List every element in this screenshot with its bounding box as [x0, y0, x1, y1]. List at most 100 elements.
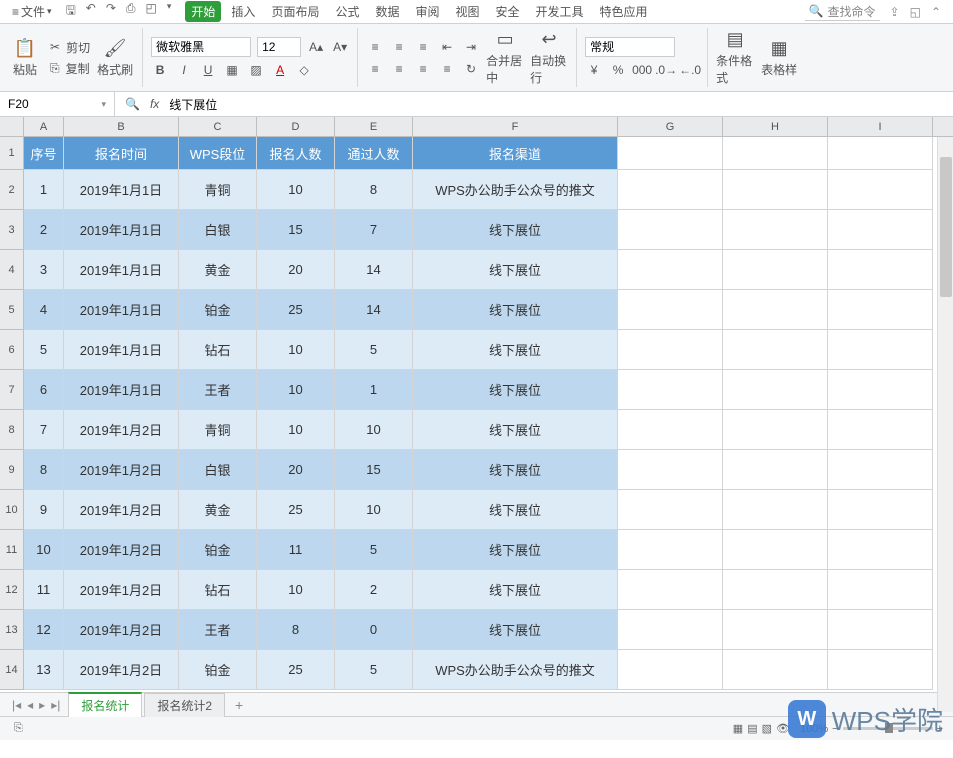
empty-cell[interactable]: [723, 170, 828, 210]
tab-special[interactable]: 特色应用: [594, 1, 654, 22]
cell-rank[interactable]: 青铜: [179, 410, 257, 450]
scrollbar-thumb[interactable]: [940, 157, 952, 297]
next-sheet-icon[interactable]: ▸: [39, 698, 45, 712]
empty-cell[interactable]: [828, 250, 933, 290]
cell-date[interactable]: 2019年1月1日: [64, 330, 179, 370]
cell-channel[interactable]: 线下展位: [413, 450, 618, 490]
tab-start[interactable]: 开始: [185, 1, 221, 22]
col-header-E[interactable]: E: [335, 117, 413, 136]
empty-cell[interactable]: [723, 410, 828, 450]
cell-enroll[interactable]: 10: [257, 330, 335, 370]
cell-channel[interactable]: 线下展位: [413, 570, 618, 610]
empty-cell[interactable]: [828, 290, 933, 330]
empty-cell[interactable]: [618, 610, 723, 650]
cell-pass[interactable]: 14: [335, 250, 413, 290]
cell-pass[interactable]: 1: [335, 370, 413, 410]
empty-cell[interactable]: [723, 370, 828, 410]
page-layout-view-icon[interactable]: ▤: [747, 722, 757, 735]
cell-pass[interactable]: 7: [335, 210, 413, 250]
cell-seq[interactable]: 4: [24, 290, 64, 330]
cell-date[interactable]: 2019年1月1日: [64, 370, 179, 410]
normal-view-icon[interactable]: ▦: [733, 722, 743, 735]
row-header[interactable]: 13: [0, 610, 24, 650]
preview-icon[interactable]: ◰: [146, 1, 157, 22]
empty-cell[interactable]: [828, 610, 933, 650]
col-header-B[interactable]: B: [64, 117, 179, 136]
align-middle-icon[interactable]: ≡: [390, 38, 408, 56]
cell-rank[interactable]: 白银: [179, 210, 257, 250]
empty-cell[interactable]: [723, 330, 828, 370]
status-left-icon[interactable]: ⎘: [14, 722, 23, 735]
bold-icon[interactable]: B: [151, 61, 169, 79]
cell-date[interactable]: 2019年1月1日: [64, 210, 179, 250]
table-header[interactable]: 报名渠道: [413, 137, 618, 170]
cell-rank[interactable]: 王者: [179, 610, 257, 650]
empty-cell[interactable]: [723, 490, 828, 530]
highlight-icon[interactable]: ◇: [295, 61, 313, 79]
cell-enroll[interactable]: 25: [257, 650, 335, 690]
cell-enroll[interactable]: 25: [257, 290, 335, 330]
empty-cell[interactable]: [723, 450, 828, 490]
justify-icon[interactable]: ≡: [438, 60, 456, 78]
cell-date[interactable]: 2019年1月2日: [64, 570, 179, 610]
tab-security[interactable]: 安全: [490, 1, 526, 22]
empty-cell[interactable]: [828, 370, 933, 410]
add-sheet-button[interactable]: +: [227, 695, 251, 715]
file-menu[interactable]: ≡ 文件 ▾: [4, 1, 60, 22]
col-header-F[interactable]: F: [413, 117, 618, 136]
empty-cell[interactable]: [723, 210, 828, 250]
cell-date[interactable]: 2019年1月2日: [64, 490, 179, 530]
table-header[interactable]: WPS段位: [179, 137, 257, 170]
tab-page-layout[interactable]: 页面布局: [265, 1, 325, 22]
cell-seq[interactable]: 7: [24, 410, 64, 450]
cell-pass[interactable]: 15: [335, 450, 413, 490]
empty-cell[interactable]: [828, 490, 933, 530]
cell-channel[interactable]: WPS办公助手公众号的推文: [413, 170, 618, 210]
cell-seq[interactable]: 13: [24, 650, 64, 690]
table-header[interactable]: 报名时间: [64, 137, 179, 170]
row-header[interactable]: 5: [0, 290, 24, 330]
cell-seq[interactable]: 3: [24, 250, 64, 290]
format-painter-button[interactable]: 🖌 格式刷: [96, 38, 134, 78]
tab-review[interactable]: 审阅: [409, 1, 445, 22]
table-header[interactable]: 序号: [24, 137, 64, 170]
cell-pass[interactable]: 5: [335, 530, 413, 570]
cell-pass[interactable]: 8: [335, 170, 413, 210]
underline-icon[interactable]: U: [199, 61, 217, 79]
merge-center-button[interactable]: ▭ 合并居中: [486, 29, 524, 86]
cell-seq[interactable]: 10: [24, 530, 64, 570]
select-all-corner[interactable]: [0, 117, 24, 136]
tab-insert[interactable]: 插入: [225, 1, 261, 22]
row-header[interactable]: 3: [0, 210, 24, 250]
empty-cell[interactable]: [828, 570, 933, 610]
cell-channel[interactable]: 线下展位: [413, 410, 618, 450]
collapse-ribbon-icon[interactable]: ⌃: [931, 5, 941, 19]
cell-seq[interactable]: 8: [24, 450, 64, 490]
col-header-I[interactable]: I: [828, 117, 933, 136]
cell-rank[interactable]: 铂金: [179, 650, 257, 690]
col-header-D[interactable]: D: [257, 117, 335, 136]
cell-pass[interactable]: 14: [335, 290, 413, 330]
italic-icon[interactable]: I: [175, 61, 193, 79]
cell-rank[interactable]: 钻石: [179, 570, 257, 610]
fill-color-icon[interactable]: ▨: [247, 61, 265, 79]
cell-rank[interactable]: 白银: [179, 450, 257, 490]
empty-cell[interactable]: [828, 330, 933, 370]
cell-rank[interactable]: 王者: [179, 370, 257, 410]
empty-cell[interactable]: [723, 570, 828, 610]
currency-icon[interactable]: ¥: [585, 61, 603, 79]
cell-date[interactable]: 2019年1月2日: [64, 610, 179, 650]
row-header[interactable]: 14: [0, 650, 24, 690]
cell-seq[interactable]: 1: [24, 170, 64, 210]
cell-enroll[interactable]: 11: [257, 530, 335, 570]
row-header[interactable]: 9: [0, 450, 24, 490]
cell-enroll[interactable]: 8: [257, 610, 335, 650]
paste-button[interactable]: 📋 粘贴: [6, 38, 44, 78]
empty-cell[interactable]: [723, 137, 828, 170]
first-sheet-icon[interactable]: |◂: [12, 698, 21, 712]
formula-input[interactable]: [169, 97, 943, 111]
cell-enroll[interactable]: 10: [257, 570, 335, 610]
row-header[interactable]: 6: [0, 330, 24, 370]
fx-icon[interactable]: fx: [150, 97, 159, 111]
cell-enroll[interactable]: 15: [257, 210, 335, 250]
